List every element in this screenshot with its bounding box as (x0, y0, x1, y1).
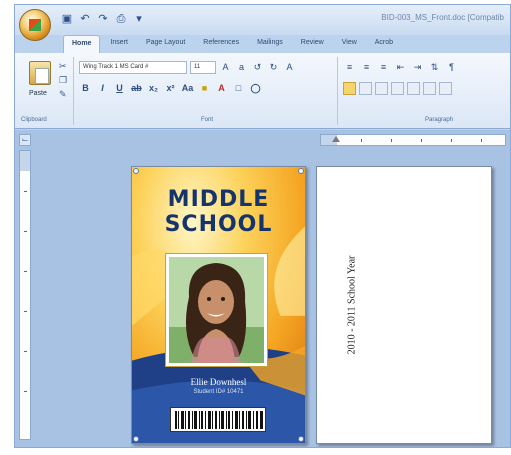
line-spacing-icon[interactable] (423, 82, 436, 95)
bullets-icon[interactable]: ≡ (343, 61, 356, 74)
decrease-indent-icon[interactable]: ⇤ (394, 61, 407, 74)
font-group-label: Font (201, 117, 214, 123)
multilevel-list-icon[interactable]: ≡ (377, 61, 390, 74)
char-border-icon[interactable]: □ (232, 82, 245, 95)
clear-formatting-icon[interactable]: ↺ (251, 61, 264, 74)
ruler-tick (361, 139, 362, 142)
tab-page-layout[interactable]: Page Layout (138, 35, 193, 53)
ruler-tick (24, 191, 27, 192)
id-card-back[interactable]: 2010 - 2011 School Year (316, 166, 492, 444)
student-photo-frame[interactable] (165, 253, 268, 367)
redo-icon[interactable]: ↷ (97, 13, 109, 25)
ruler-tick (451, 139, 452, 142)
show-marks-icon[interactable]: ¶ (445, 61, 458, 74)
shading-icon[interactable] (439, 82, 452, 95)
id-card-front[interactable]: MIDDLE SCHOOL Ellie Downhesl Student ID#… (131, 166, 306, 444)
paragraph-row-2 (343, 82, 452, 95)
tab-mailings[interactable]: Mailings (249, 35, 291, 53)
school-year-text: 2010 - 2011 School Year (346, 255, 358, 355)
selection-handle[interactable] (133, 168, 139, 174)
ruler-tick (24, 311, 27, 312)
font-size-select[interactable]: 11 (190, 61, 216, 74)
undo-icon[interactable]: ↶ (79, 13, 91, 25)
distribute-icon[interactable] (407, 82, 420, 95)
ruler-tick (391, 139, 392, 142)
cut-icon[interactable]: ✂ (59, 61, 69, 71)
strikethrough-icon[interactable]: ab (130, 82, 143, 95)
document-workspace[interactable]: ⌙ MIDDLE SCHOOL Ellie Downhesl Student I… (15, 130, 510, 447)
student-photo (169, 257, 264, 363)
superscript-icon[interactable]: x² (164, 82, 177, 95)
tab-acrobat[interactable]: Acrob (367, 35, 401, 53)
numbering-icon[interactable]: ≡ (360, 61, 373, 74)
ribbon-group-labels: Clipboard Font Paragraph (15, 115, 510, 127)
selection-handle[interactable] (298, 168, 304, 174)
align-left-icon[interactable] (343, 82, 356, 95)
barcode (170, 407, 266, 432)
card-title-line1: MIDDLE (167, 187, 270, 212)
ruler-tick (24, 391, 27, 392)
barcode-icon (175, 411, 263, 429)
text-effects-icon[interactable]: A (283, 61, 296, 74)
word-window: ▣ ↶ ↷ ⎙ ▾ BID-003_MS_Front.doc [Compatib… (14, 4, 511, 448)
ruler-tick (24, 351, 27, 352)
ribbon: Paste ✂ ❐ ✎ Wing Track 1 MS Card # 11 A … (15, 53, 510, 129)
font-row-2: B I U ab x₂ x² Aa ■ A □ ◯ (79, 82, 262, 95)
tab-selector-icon[interactable]: ⌙ (19, 134, 31, 146)
copy-icon[interactable]: ❐ (59, 75, 69, 85)
clipboard-group-label: Clipboard (21, 117, 47, 123)
highlight-icon[interactable]: ■ (198, 82, 211, 95)
shrink-font-icon[interactable]: a (235, 61, 248, 74)
sort-icon[interactable]: ⇅ (428, 61, 441, 74)
font-color-icon[interactable]: A (215, 82, 228, 95)
paragraph-group-label: Paragraph (425, 117, 454, 123)
clipboard-group: Paste ✂ ❐ ✎ (19, 57, 71, 113)
selection-handle[interactable] (133, 436, 139, 442)
tab-home[interactable]: Home (63, 35, 101, 53)
change-case-icon[interactable]: ↻ (267, 61, 280, 74)
office-button[interactable] (19, 9, 51, 41)
paste-button-label[interactable]: Paste (29, 90, 47, 97)
dropdown-icon[interactable]: ▾ (133, 13, 145, 25)
tab-view[interactable]: View (334, 35, 365, 53)
title-bar: ▣ ↶ ↷ ⎙ ▾ BID-003_MS_Front.doc [Compatib (15, 5, 510, 35)
ruler-tick (24, 271, 27, 272)
font-name-select[interactable]: Wing Track 1 MS Card # (79, 61, 187, 74)
tab-review[interactable]: Review (293, 35, 332, 53)
print-icon[interactable]: ⎙ (115, 13, 127, 25)
italic-icon[interactable]: I (96, 82, 109, 95)
ruler-tick (421, 139, 422, 142)
tab-insert[interactable]: Insert (102, 35, 136, 53)
subscript-icon[interactable]: x₂ (147, 82, 160, 95)
format-painter-icon[interactable]: ✎ (59, 89, 69, 99)
tab-references[interactable]: References (195, 35, 247, 53)
enclose-char-icon[interactable]: ◯ (249, 82, 262, 95)
card-title-line2: SCHOOL (164, 212, 273, 237)
ruler-tick (481, 139, 482, 142)
font-case-icon[interactable]: Aa (181, 82, 194, 95)
ruler-tick (24, 231, 27, 232)
paste-icon[interactable] (29, 61, 51, 85)
bold-icon[interactable]: B (79, 82, 92, 95)
save-icon[interactable]: ▣ (61, 13, 73, 25)
increase-indent-icon[interactable]: ⇥ (411, 61, 424, 74)
paragraph-row-1: ≡ ≡ ≡ ⇤ ⇥ ⇅ ¶ (343, 61, 458, 74)
indent-marker-icon[interactable] (332, 136, 340, 142)
quick-access-toolbar: ▣ ↶ ↷ ⎙ ▾ (61, 11, 145, 27)
align-right-icon[interactable] (375, 82, 388, 95)
underline-icon[interactable]: U (113, 82, 126, 95)
student-name: Ellie Downhesl (190, 377, 247, 387)
justify-icon[interactable] (391, 82, 404, 95)
selection-handle[interactable] (298, 436, 304, 442)
align-center-icon[interactable] (359, 82, 372, 95)
ribbon-tabs: Home Insert Page Layout References Maili… (63, 35, 401, 53)
vertical-ruler[interactable] (19, 150, 31, 440)
grow-font-icon[interactable]: A (219, 61, 232, 74)
horizontal-ruler[interactable] (320, 134, 506, 146)
student-id-text: Student ID# 10471 (193, 389, 244, 395)
window-title: BID-003_MS_Front.doc [Compatib (381, 13, 504, 22)
font-row-1: Wing Track 1 MS Card # 11 A a ↺ ↻ A (79, 61, 296, 74)
